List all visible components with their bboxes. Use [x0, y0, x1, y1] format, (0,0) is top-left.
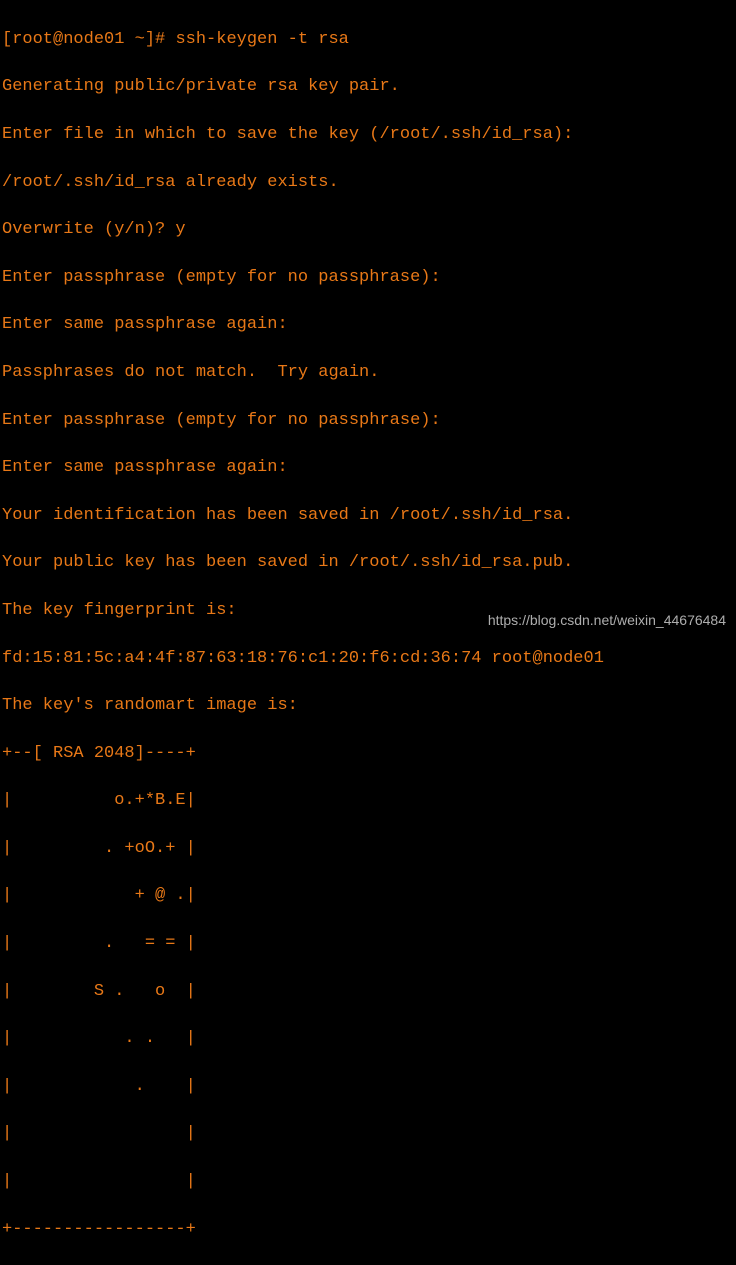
output-line: Overwrite (y/n)? y [2, 218, 734, 242]
output-line: Passphrases do not match. Try again. [2, 361, 734, 385]
output-line: Your identification has been saved in /r… [2, 504, 734, 528]
randomart-line: | . +oO.+ | [2, 837, 734, 861]
randomart-line: +-----------------+ [2, 1218, 734, 1242]
randomart-line: | . | [2, 1075, 734, 1099]
output-line: Enter passphrase (empty for no passphras… [2, 409, 734, 433]
output-line: Your public key has been saved in /root/… [2, 551, 734, 575]
watermark-text: https://blog.csdn.net/weixin_44676484 [488, 611, 726, 631]
randomart-line: | | [2, 1122, 734, 1146]
randomart-line: | S . o | [2, 980, 734, 1004]
shell-prompt: [root@node01 ~]# [2, 30, 175, 49]
typed-command: ssh-keygen -t rsa [175, 30, 348, 49]
terminal-output: [root@node01 ~]# ssh-keygen -t rsa Gener… [2, 4, 734, 1265]
randomart-line: | | [2, 1170, 734, 1194]
output-line: Generating public/private rsa key pair. [2, 75, 734, 99]
output-line: Enter same passphrase again: [2, 456, 734, 480]
output-line: /root/.ssh/id_rsa already exists. [2, 171, 734, 195]
command-line[interactable]: [root@node01 ~]# ssh-keygen -t rsa [2, 28, 734, 52]
output-line: The key's randomart image is: [2, 694, 734, 718]
randomart-line: | . . | [2, 1027, 734, 1051]
randomart-line: +--[ RSA 2048]----+ [2, 742, 734, 766]
fingerprint-line: fd:15:81:5c:a4:4f:87:63:18:76:c1:20:f6:c… [2, 647, 734, 671]
randomart-line: | + @ .| [2, 884, 734, 908]
output-line: Enter file in which to save the key (/ro… [2, 123, 734, 147]
output-line: Enter passphrase (empty for no passphras… [2, 266, 734, 290]
randomart-line: | . = = | [2, 932, 734, 956]
randomart-line: | o.+*B.E| [2, 789, 734, 813]
output-line: Enter same passphrase again: [2, 313, 734, 337]
